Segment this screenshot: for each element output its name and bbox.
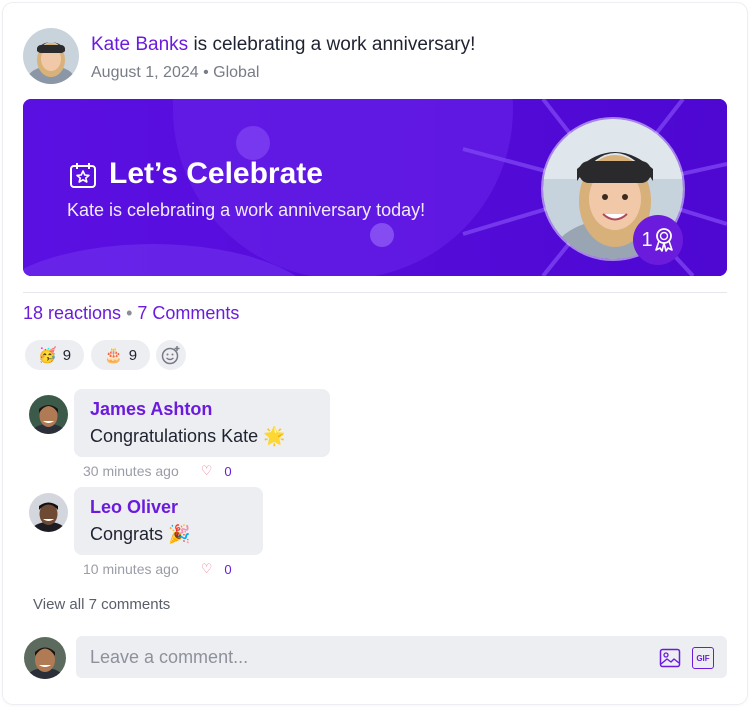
comment-text: Congrats 🎉	[90, 524, 191, 544]
birthday-cake-icon: 🎂	[104, 347, 123, 364]
heart-icon[interactable]: ♡	[201, 561, 213, 577]
add-reaction-button[interactable]	[156, 340, 186, 370]
reaction-chip-party[interactable]: 🥳 9	[25, 340, 85, 370]
view-all-comments-link[interactable]: View all 7 comments	[33, 596, 170, 613]
commenter-name-link[interactable]: James Ashton	[90, 399, 314, 420]
gif-label: GIF	[696, 653, 710, 663]
image-upload-icon[interactable]	[659, 647, 681, 669]
author-avatar[interactable]	[23, 28, 79, 84]
comment-bubble: James Ashton Congratulations Kate 🌟	[74, 389, 330, 457]
comments-count-link[interactable]: 7 Comments	[137, 303, 239, 323]
commenter-name-link[interactable]: Leo Oliver	[90, 497, 247, 518]
commenter-avatar[interactable]	[29, 395, 68, 434]
divider	[23, 292, 727, 293]
post-action-text: is celebrating a work anniversary!	[188, 34, 476, 55]
current-user-avatar	[24, 637, 66, 679]
badge-years: 1	[641, 228, 653, 251]
comment-input[interactable]	[76, 636, 727, 678]
ribbon-award-icon	[654, 228, 673, 252]
comment-timestamp: 30 minutes ago	[83, 463, 179, 479]
post-audience: Global	[213, 64, 260, 81]
party-face-icon: 🥳	[38, 347, 57, 364]
add-emoji-icon	[161, 346, 180, 365]
stats-separator: •	[121, 303, 138, 323]
comment-meta: 10 minutes ago ♡ 0	[83, 561, 232, 577]
comment-timestamp: 10 minutes ago	[83, 561, 179, 577]
comment-like-count: 0	[224, 561, 232, 577]
gif-icon[interactable]: GIF	[692, 647, 714, 669]
post-date: August 1, 2024	[91, 64, 199, 81]
commenter-avatar[interactable]	[29, 493, 68, 532]
anniversary-post-card: Kate Banks is celebrating a work anniver…	[3, 3, 747, 704]
comment-like-count: 0	[224, 463, 232, 479]
reaction-count: 9	[62, 346, 72, 364]
comment-meta: 30 minutes ago ♡ 0	[83, 463, 232, 479]
reaction-chip-cake[interactable]: 🎂 9	[91, 340, 151, 370]
banner-subtitle: Kate is celebrating a work anniversary t…	[67, 200, 426, 220]
banner-title: Let’s Celebrate	[109, 157, 323, 190]
comment-text: Congratulations Kate 🌟	[90, 426, 286, 446]
reactions-count-link[interactable]: 18 reactions	[23, 303, 121, 323]
post-meta: August 1, 2024 • Global	[91, 64, 259, 82]
meta-separator: •	[198, 64, 214, 81]
post-stats: 18 reactions • 7 Comments	[23, 303, 239, 324]
author-name-link[interactable]: Kate Banks	[91, 34, 188, 55]
reaction-count: 9	[128, 346, 138, 364]
heart-icon[interactable]: ♡	[201, 463, 213, 479]
comment-bubble: Leo Oliver Congrats 🎉	[74, 487, 263, 555]
anniversary-badge: 1	[633, 215, 683, 265]
celebration-banner: Let’s Celebrate Kate is celebrating a wo…	[23, 99, 727, 276]
post-headline: Kate Banks is celebrating a work anniver…	[91, 34, 475, 56]
calendar-star-icon	[70, 163, 96, 188]
